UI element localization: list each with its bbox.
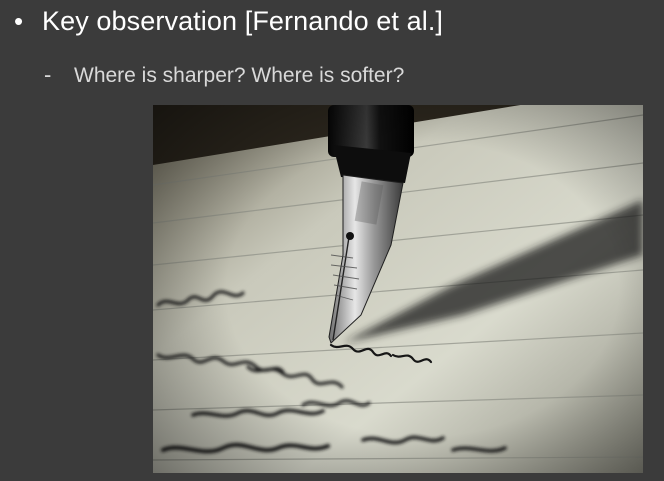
sub-bullet-item: - Where is sharper? Where is softer?: [44, 62, 404, 88]
bullet-marker: •: [14, 6, 24, 36]
sub-bullet-text: Where is sharper? Where is softer?: [74, 64, 405, 87]
image-caption: [40, 473, 660, 481]
fountain-pen-photo: [153, 105, 643, 473]
bullet-text: Key observation [Fernando et al.]: [42, 6, 444, 36]
sub-bullet-marker: -: [44, 62, 52, 87]
bullet-item: • Key observation [Fernando et al.]: [14, 6, 443, 37]
